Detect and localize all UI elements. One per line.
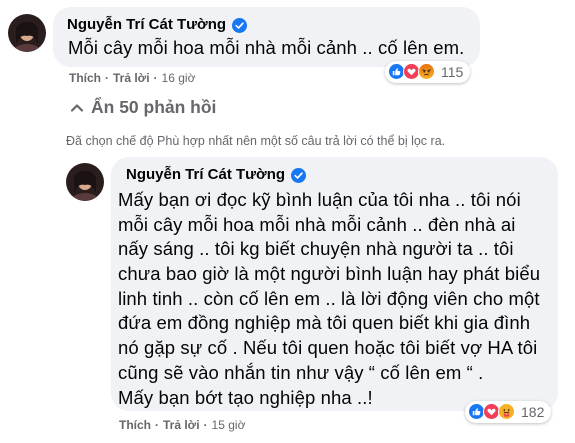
author-name[interactable]: Nguyễn Trí Cát Tường: [67, 16, 226, 34]
comment-actions: Thích · Trả lời · 16 giờ: [69, 71, 195, 85]
filter-note: Đã chọn chế độ Phù hợp nhất nên một số c…: [66, 134, 446, 148]
verified-badge-icon: [291, 167, 307, 183]
comment-line: nấy sáng .. tôi kg biết chuyện nhà người…: [118, 238, 514, 260]
comment-actions: Thích · Trả lời · 15 giờ: [119, 418, 245, 432]
author-name[interactable]: Nguyễn Trí Cát Tường: [126, 166, 285, 184]
comment-line: cũng sẽ vào nhắn tin như vậy “ cố lên em…: [118, 361, 484, 383]
separator: ·: [155, 418, 159, 432]
avatar[interactable]: [8, 14, 46, 52]
care-icon: [498, 403, 516, 421]
hide-replies-link[interactable]: Ẩn 50 phản hồi: [70, 97, 216, 118]
comment-line: Mấy bạn ơi đọc kỹ bình luận của tôi nha …: [118, 189, 521, 210]
separator: ·: [203, 418, 208, 432]
comment-header: Nguyễn Trí Cát Tường: [67, 16, 248, 34]
comment-line: linh tinh .. còn cố lên em .. là lời độn…: [118, 287, 540, 309]
reaction-count: 115: [441, 64, 464, 80]
reply-link[interactable]: Trả lời: [113, 71, 150, 85]
verified-badge-icon: [232, 17, 248, 33]
comment-line: nó gặp sự cố . Nếu tôi quen hoặc tôi biế…: [118, 337, 538, 359]
separator: ·: [105, 71, 109, 85]
timestamp[interactable]: 16 giờ: [162, 71, 196, 85]
separator: ·: [153, 71, 158, 85]
comment-header: Nguyễn Trí Cát Tường: [126, 166, 307, 184]
hide-replies-label: Ẩn 50 phản hồi: [91, 97, 217, 117]
like-link[interactable]: Thích: [69, 71, 101, 85]
reactions-summary[interactable]: 182: [465, 401, 552, 423]
reactions-summary[interactable]: 115: [385, 61, 471, 83]
timestamp[interactable]: 15 giờ: [212, 418, 246, 432]
reply-link[interactable]: Trả lời: [163, 418, 200, 432]
reaction-count: 182: [521, 404, 545, 420]
like-link[interactable]: Thích: [119, 418, 151, 432]
avatar[interactable]: [66, 163, 104, 201]
angry-icon: [418, 63, 436, 81]
comment-text: Mỗi cây mỗi hoa mỗi nhà mỗi cảnh .. cố l…: [68, 37, 465, 58]
comment-line: mỗi cây mỗi hoa mỗi nhà mỗi cảnh .. đèn …: [118, 213, 516, 235]
comment-line: đứa em đồng nghiệp mà tôi quen biết khi …: [118, 312, 531, 334]
comment-line: chưa bao giờ là một người bình luận hay …: [118, 263, 541, 285]
comment-text: Mấy bạn ơi đọc kỹ bình luận của tôi nha …: [118, 188, 548, 410]
reply-arrow-icon: [70, 101, 84, 115]
